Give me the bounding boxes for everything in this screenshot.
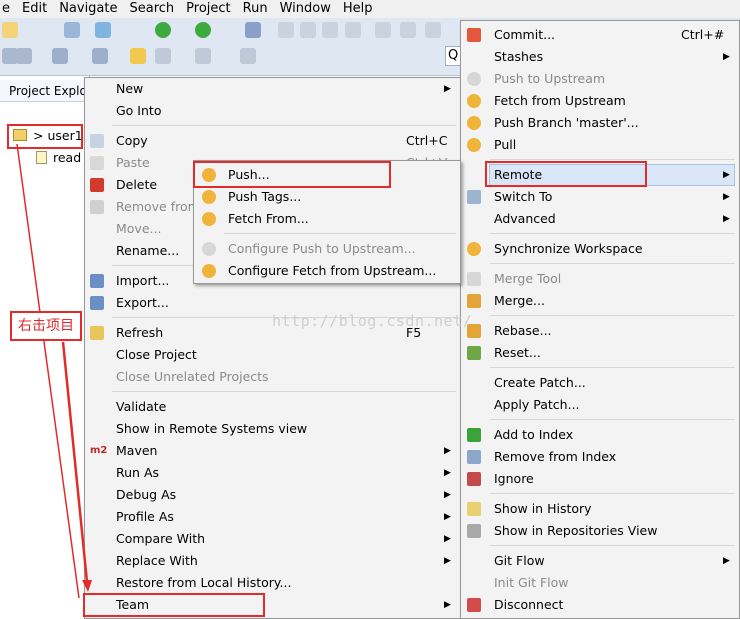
arrow-line-thick	[61, 341, 89, 583]
annotation-label: 右击项目	[10, 311, 82, 341]
arrow-line-thin	[16, 143, 80, 599]
annotation-arrows	[16, 143, 92, 599]
arrow-head-icon	[82, 580, 92, 592]
watermark: http://blog.csdn.net/	[272, 312, 473, 330]
